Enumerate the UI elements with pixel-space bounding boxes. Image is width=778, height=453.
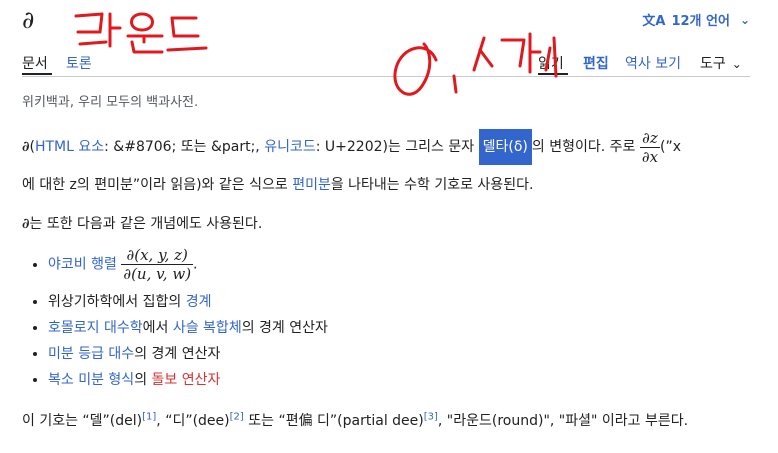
page-title: ∂ — [22, 6, 35, 34]
tab-tools[interactable]: 도구 ⌄ — [700, 53, 742, 73]
uses-list: 야코비 행렬 ∂(x, y, z)∂(u, v, w). 위상기하학에서 집합의… — [22, 242, 328, 393]
pronunciation-paragraph: 이 기호는 “델”(del)[1], “디”(dee)[2] 또는 “편偏 디”… — [22, 410, 757, 430]
text: , "라운드(round)", "파셜" 이라고 부른다. — [437, 413, 689, 429]
reference-2[interactable]: [2] — [230, 411, 244, 422]
translate-icon: 文A — [642, 14, 666, 29]
text: 위상기하학에서 집합의 — [48, 294, 186, 310]
tab-article[interactable]: 문서 — [22, 53, 48, 73]
chevron-down-icon: ⌄ — [739, 12, 750, 27]
list-item: 호몰로지 대수학에서 사슬 복합체의 경계 연산자 — [48, 315, 328, 341]
language-label: 12개 언어 — [671, 14, 730, 29]
unicode-link[interactable]: 유니코드 — [264, 139, 316, 155]
jacobian-link[interactable]: 야코비 행렬 — [48, 257, 117, 273]
boundary-link[interactable]: 경계 — [186, 294, 212, 310]
reference-3[interactable]: [3] — [424, 411, 438, 422]
text: 의 경계 연산자 — [134, 346, 221, 362]
jacobian-fraction: ∂(x, y, z) ∂(u, v, w) — [121, 246, 194, 283]
delta-link-selected[interactable]: 델타(δ) — [478, 129, 532, 165]
tab-tools-label: 도구 — [700, 56, 726, 72]
dolbeault-operator-redlink[interactable]: 돌보 연산자 — [152, 372, 221, 388]
fraction-denominator: ∂(u, v, w) — [123, 265, 192, 283]
fraction-numerator: ∂z — [639, 129, 661, 148]
text: : &#8706; 또는 &part;, — [104, 139, 265, 155]
site-tagline: 위키백과, 우리 모두의 백과사전. — [22, 95, 199, 110]
text: 을 나타내는 수학 기호로 사용된다. — [330, 177, 534, 193]
text: 의 — [134, 372, 152, 388]
text: 이 기호는 “델”(del) — [22, 413, 143, 429]
language-button[interactable]: 文A 12개 언어 ⌄ — [642, 10, 750, 30]
text: : U+2202)는 그리스 문자 — [315, 139, 479, 155]
tab-talk[interactable]: 토론 — [66, 53, 92, 73]
reference-1[interactable]: [1] — [142, 411, 156, 422]
dg-algebra-link[interactable]: 미분 등급 대수 — [48, 346, 134, 362]
text: 에 대한 z의 편미분”이라 읽음)와 같은 식으로 — [22, 177, 293, 193]
text: . — [193, 256, 198, 273]
text: 의 경계 연산자 — [241, 320, 328, 336]
text: 는 또한 다음과 같은 개념에도 사용된다. — [29, 216, 263, 232]
text: 의 변형이다. 주로 — [531, 139, 640, 155]
html-entity-link[interactable]: HTML 요소 — [35, 139, 104, 155]
list-item: 미분 등급 대수의 경계 연산자 — [48, 341, 328, 367]
homological-algebra-link[interactable]: 호몰로지 대수학 — [48, 320, 143, 336]
text: , “디”(dee) — [156, 413, 230, 429]
handwritten-annotation-partial — [393, 32, 558, 96]
tab-history[interactable]: 역사 보기 — [625, 53, 681, 73]
fraction-denominator: ∂x — [641, 147, 659, 166]
complex-differential-form-link[interactable]: 복소 미분 형식 — [48, 372, 134, 388]
uses-paragraph: ∂는 또한 다음과 같은 개념에도 사용된다. — [22, 213, 757, 233]
list-item: 야코비 행렬 ∂(x, y, z)∂(u, v, w). — [48, 242, 328, 289]
partial-derivative-fraction: ∂z ∂x — [639, 129, 661, 166]
tab-article-underline — [22, 73, 52, 75]
chevron-down-icon: ⌄ — [731, 57, 742, 71]
partial-derivative-link[interactable]: 편미분 — [292, 177, 331, 193]
chain-complex-link[interactable]: 사슬 복합체 — [173, 320, 242, 336]
text: (”x — [660, 139, 682, 155]
text: 또는 “편偏 디”(partial dee) — [243, 413, 424, 429]
intro-paragraph: ∂(HTML 요소: &#8706; 또는 &part;, 유니코드: U+22… — [22, 128, 757, 204]
list-item: 복소 미분 형식의 돌보 연산자 — [48, 367, 328, 393]
list-item: 위상기하학에서 집합의 경계 — [48, 289, 328, 315]
fraction-numerator: ∂(x, y, z) — [121, 246, 194, 265]
handwritten-annotation-round — [74, 12, 208, 54]
text: 에서 — [142, 320, 173, 336]
